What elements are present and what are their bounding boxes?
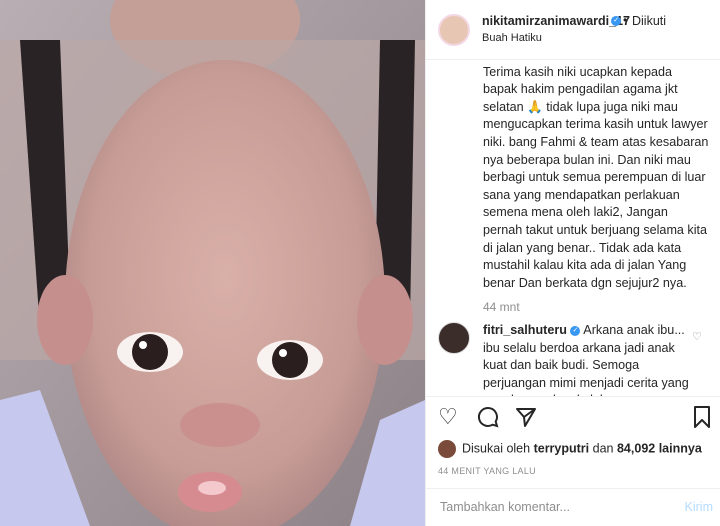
verified-badge-icon: ✓ <box>611 16 621 26</box>
instagram-post-view: nikitamirzanimawardi_17 ✓ • Diikuti Buah… <box>0 0 720 526</box>
comments-list[interactable]: kabulkan. Terima kasih niki ucapkan kepa… <box>426 60 720 396</box>
share-icon[interactable] <box>514 405 538 434</box>
comment-body: fitri_salhuteru ✓ Arkana anak ibu... ibu… <box>483 322 698 396</box>
commenter-avatar[interactable] <box>438 322 470 354</box>
post-header: nikitamirzanimawardi_17 ✓ • Diikuti Buah… <box>426 0 720 60</box>
post-location[interactable]: Buah Hatiku <box>482 32 542 44</box>
comment-input[interactable]: Tambahkan komentar... <box>440 500 570 514</box>
verified-badge-icon: ✓ <box>570 325 581 336</box>
commenter-username[interactable]: fitri_salhuteru <box>483 323 567 337</box>
likes-count[interactable]: 84,092 <box>617 441 655 455</box>
post-photo[interactable] <box>0 0 425 526</box>
add-comment-bar: Tambahkan komentar... Kirim <box>426 488 720 526</box>
likes-prefix: Disukai oleh <box>462 441 531 456</box>
author-avatar[interactable] <box>438 14 470 46</box>
caption-time: 44 mnt <box>483 300 520 314</box>
likes-summary: Disukai oleh terryputri dan 84,092 lainn… <box>438 440 702 458</box>
comment-icon[interactable] <box>476 405 500 434</box>
post-timestamp[interactable]: 44 MENIT YANG LALU <box>438 466 536 476</box>
following-button[interactable]: Diikuti <box>632 14 666 28</box>
likes-and: dan <box>592 441 614 456</box>
bookmark-icon[interactable] <box>692 405 712 434</box>
heart-icon[interactable]: ♡ <box>438 405 458 429</box>
baby-photo <box>0 0 425 526</box>
comment-like-icon[interactable]: ♡ <box>692 330 702 343</box>
liker-avatar[interactable] <box>438 440 456 458</box>
author-username[interactable]: nikitamirzanimawardi_17 <box>482 14 630 28</box>
liker-username[interactable]: terryputri <box>534 441 590 455</box>
separator-dot: • <box>623 13 628 27</box>
post-caption: kabulkan. Terima kasih niki ucapkan kepa… <box>483 60 709 290</box>
likes-suffix[interactable]: lainnya <box>659 441 702 455</box>
post-comment-button[interactable]: Kirim <box>685 500 713 514</box>
post-sidebar: nikitamirzanimawardi_17 ✓ • Diikuti Buah… <box>425 0 720 526</box>
